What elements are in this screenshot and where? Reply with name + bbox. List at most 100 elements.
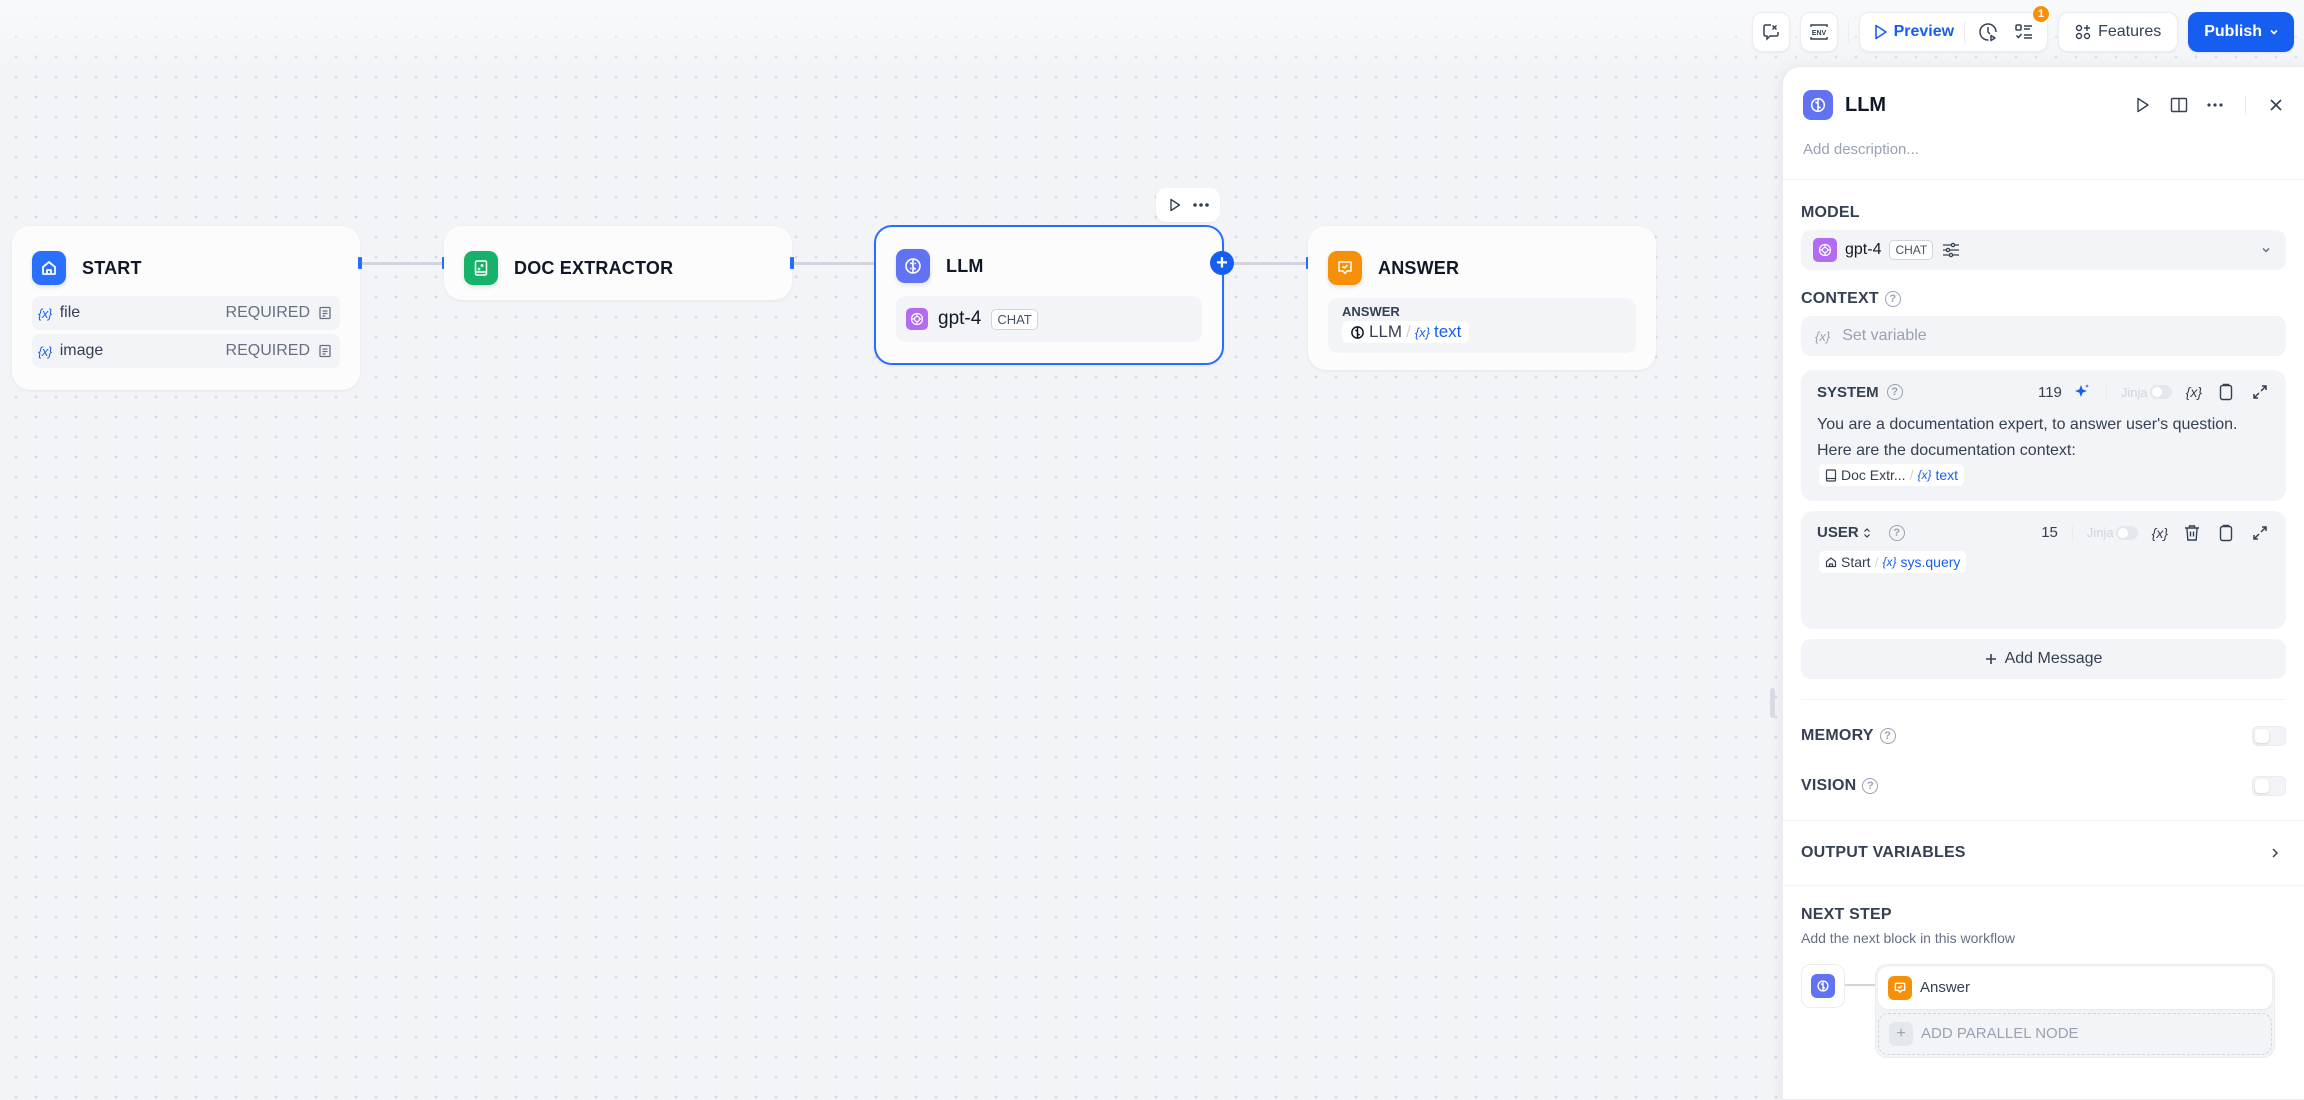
edge-start-to-doc-extractor[interactable]: [360, 262, 444, 265]
plus-icon: [1985, 653, 1996, 664]
edge-doc-extractor-to-llm[interactable]: [792, 262, 876, 265]
publish-button[interactable]: Publish: [2188, 12, 2294, 52]
user-variable-reference[interactable]: Start / {x} sys.query: [1819, 550, 1967, 573]
description-input[interactable]: Add description...: [1803, 135, 2284, 165]
output-variables-label: OUTPUT VARIABLES: [1801, 843, 1966, 861]
memory-toggle[interactable]: [2252, 725, 2286, 746]
system-prompt-text[interactable]: You are a documentation expert, to answe…: [1817, 412, 2270, 491]
vision-label: VISION: [1801, 776, 1857, 794]
variable-icon: {x}: [38, 343, 52, 359]
panel-resize-handle[interactable]: [1770, 688, 1775, 718]
jinja-toggle[interactable]: Jinja: [2121, 385, 2172, 400]
jinja-switch[interactable]: [2149, 385, 2172, 399]
llm-mode-tag: CHAT: [991, 308, 1038, 330]
delete-message-button[interactable]: [2182, 523, 2202, 543]
memory-label: MEMORY: [1801, 726, 1874, 744]
preview-label: Preview: [1893, 23, 1955, 40]
context-variable-input[interactable]: {x} Set variable: [1801, 316, 2286, 356]
start-node[interactable]: START {x} file REQUIRED {x} image REQUIR…: [12, 226, 360, 390]
add-parallel-node-button[interactable]: + ADD PARALLEL NODE: [1878, 1012, 2272, 1055]
model-section-label: MODEL: [1801, 204, 2286, 222]
expand-button[interactable]: [2250, 523, 2270, 543]
user-prompt-box[interactable]: USER ? 15 Jinja {x} Start / {x} sys.quer…: [1801, 510, 2286, 629]
llm-node[interactable]: LLM gpt-4 CHAT: [874, 225, 1224, 365]
svg-text:ENV: ENV: [1811, 30, 1826, 37]
chevron-down-icon: [2262, 247, 2270, 253]
model-mode-tag: CHAT: [1889, 240, 1934, 260]
tools-divider: [2105, 384, 2107, 400]
user-prompt-text[interactable]: Start / {x} sys.query: [1817, 550, 2270, 577]
help-icon[interactable]: ?: [1884, 291, 1901, 307]
clipboard-icon: [2219, 524, 2233, 541]
chevron-down-icon: [2270, 29, 2278, 35]
jinja-switch[interactable]: [2115, 525, 2138, 540]
env-variables-button[interactable]: ENV: [1799, 12, 1838, 52]
history-icon: [1979, 23, 1997, 42]
user-role-selector[interactable]: USER: [1817, 524, 1871, 541]
edge-llm-to-answer[interactable]: [1222, 262, 1308, 265]
answer-icon: [1328, 251, 1362, 285]
answer-node-title: ANSWER: [1378, 257, 1460, 278]
llm-brain-icon: [1811, 973, 1835, 998]
sparkle-icon: [2074, 384, 2089, 397]
required-label: REQUIRED: [225, 342, 310, 359]
next-step-flow: Answer + ADD PARALLEL NODE: [1801, 963, 2286, 1058]
jinja-toggle[interactable]: Jinja: [2087, 525, 2138, 540]
chevron-up-down-icon: [1863, 527, 1870, 538]
start-variable-row[interactable]: {x} file REQUIRED: [32, 296, 340, 330]
conversation-variables-button[interactable]: [1751, 12, 1790, 52]
home-icon: [1825, 556, 1837, 567]
variable-icon: {x}: [1414, 324, 1430, 340]
panel-more-button[interactable]: [2205, 95, 2225, 115]
help-docs-button[interactable]: [2169, 95, 2189, 115]
expand-button[interactable]: [2250, 382, 2270, 402]
add-message-button[interactable]: Add Message: [1801, 638, 2286, 679]
answer-variable-reference: LLM / {x} text: [1342, 321, 1470, 343]
preview-divider: [1964, 21, 1966, 43]
help-icon[interactable]: ?: [1862, 777, 1879, 794]
vision-toggle[interactable]: [2252, 775, 2286, 796]
doc-extractor-output-handle[interactable]: [790, 257, 794, 269]
vision-row: VISION ?: [1801, 774, 2286, 798]
copy-button[interactable]: [2216, 382, 2236, 402]
next-step-label: NEXT STEP: [1801, 905, 1892, 923]
llm-brain-icon: [896, 249, 930, 283]
model-parameters-button[interactable]: [1941, 240, 1961, 260]
reference-variable-name: text: [1935, 467, 1959, 483]
reference-node-name: Start: [1841, 553, 1871, 570]
checklist-button[interactable]: 1: [2011, 5, 2051, 45]
panel-header-divider: [2245, 96, 2246, 114]
add-next-node-button[interactable]: +: [1210, 251, 1234, 275]
model-selector[interactable]: gpt-4 CHAT: [1801, 230, 2286, 270]
next-step-connector: [1845, 983, 1875, 986]
copy-button[interactable]: [2216, 523, 2236, 543]
node-more-button[interactable]: [1191, 195, 1211, 215]
output-variables-toggle[interactable]: OUTPUT VARIABLES: [1801, 821, 2286, 885]
run-step-button[interactable]: [2133, 95, 2153, 115]
insert-variable-button[interactable]: {x}: [2186, 384, 2202, 400]
close-panel-button[interactable]: [2266, 95, 2286, 115]
variable-icon: {x}: [1815, 328, 1831, 344]
llm-node-title: LLM: [946, 255, 984, 276]
start-variable-row[interactable]: {x} image REQUIRED: [32, 334, 340, 368]
doc-extractor-node[interactable]: DOC EXTRACTOR: [444, 226, 792, 300]
run-node-button[interactable]: [1165, 195, 1185, 215]
features-button[interactable]: Features: [2058, 12, 2179, 52]
answer-node[interactable]: ANSWER ANSWER LLM / {x} text: [1308, 226, 1656, 370]
prompt-generator-button[interactable]: [2072, 382, 2092, 402]
help-icon[interactable]: ?: [1888, 524, 1905, 541]
next-node-answer[interactable]: Answer: [1878, 966, 2272, 1009]
system-prompt-box[interactable]: SYSTEM ? 119 Jinja {x} You are a documen…: [1801, 370, 2286, 501]
reference-node-name: Doc Extr...: [1841, 467, 1906, 483]
run-history-button[interactable]: [1975, 19, 2001, 45]
reference-separator: /: [1874, 553, 1879, 570]
system-variable-reference[interactable]: Doc Extr... / {x} text: [1819, 464, 1965, 486]
help-icon[interactable]: ?: [1886, 384, 1903, 400]
help-icon[interactable]: ?: [1879, 727, 1896, 744]
answer-field: ANSWER LLM / {x} text: [1328, 298, 1636, 353]
start-output-handle[interactable]: [358, 257, 362, 269]
panel-title[interactable]: LLM: [1845, 94, 1886, 117]
insert-variable-button[interactable]: {x}: [2152, 525, 2168, 541]
preview-button[interactable]: Preview: [1874, 23, 1954, 41]
expand-icon: [2253, 385, 2267, 399]
